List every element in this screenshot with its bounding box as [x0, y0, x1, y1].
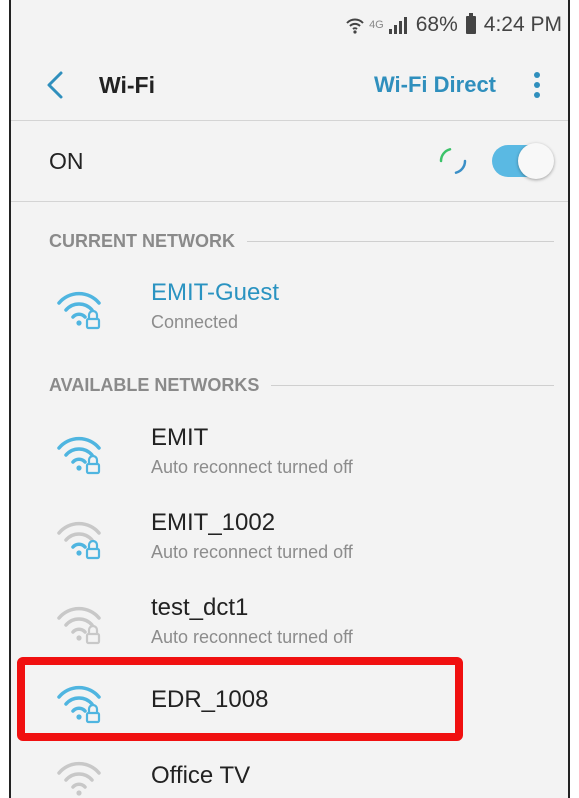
section-label: CURRENT NETWORK [49, 230, 235, 251]
network-name: EMIT [151, 424, 209, 451]
network-type-label: 4G [369, 19, 384, 31]
network-item[interactable]: Office TV [11, 734, 568, 798]
network-item[interactable]: EMIT_1002 Auto reconnect turned off [11, 494, 568, 578]
wifi-lock-icon [57, 606, 101, 645]
wifi-state-label: ON [49, 147, 84, 174]
app-bar: Wi-Fi Wi-Fi Direct [11, 50, 568, 120]
network-item[interactable]: EMIT Auto reconnect turned off [11, 409, 568, 493]
network-item[interactable]: EDR_1008 [11, 658, 568, 742]
toggle-divider [11, 201, 568, 202]
wifi-lock-icon [57, 291, 101, 330]
section-line [247, 240, 554, 242]
network-status: Connected [151, 312, 239, 332]
more-options-button[interactable] [522, 60, 552, 110]
screen: 4G 68% 4:24 PM Wi-Fi Wi-Fi Direct ON CUR… [9, 0, 570, 798]
network-name: test_dct1 [151, 594, 249, 621]
chevron-left-icon [47, 71, 63, 99]
back-button[interactable] [25, 55, 85, 115]
battery-percent: 68% [415, 13, 458, 36]
wifi-toggle-row[interactable]: ON [11, 121, 568, 201]
section-line [271, 384, 554, 386]
network-name: EDR_1008 [151, 686, 269, 713]
network-item[interactable]: test_dct1 Auto reconnect turned off [11, 579, 568, 663]
network-item-current[interactable]: EMIT-Guest Connected [11, 264, 568, 348]
network-name: EMIT_1002 [151, 509, 276, 536]
section-available-networks: AVAILABLE NETWORKS [11, 370, 568, 400]
battery-icon [465, 13, 476, 34]
status-bar: 4G 68% 4:24 PM [11, 0, 568, 50]
scanning-spinner-icon [439, 148, 467, 174]
wifi-toggle-switch[interactable] [492, 143, 554, 179]
network-name: Office TV [151, 762, 251, 789]
wifi-direct-button[interactable]: Wi-Fi Direct [374, 72, 496, 98]
wifi-icon [57, 761, 101, 796]
network-status: Auto reconnect turned off [151, 457, 353, 477]
wifi-status-icon [345, 16, 365, 34]
switch-knob [518, 143, 554, 179]
network-name: EMIT-Guest [151, 279, 280, 306]
more-vert-icon [534, 72, 540, 98]
clock: 4:24 PM [483, 13, 562, 36]
section-current-network: CURRENT NETWORK [11, 226, 568, 256]
cell-signal-icon [388, 16, 408, 34]
page-title: Wi-Fi [99, 71, 155, 98]
network-status: Auto reconnect turned off [151, 627, 353, 647]
section-label: AVAILABLE NETWORKS [49, 374, 260, 395]
wifi-lock-icon [57, 685, 101, 724]
wifi-lock-icon [57, 521, 101, 560]
wifi-lock-icon [57, 436, 101, 475]
network-status: Auto reconnect turned off [151, 542, 353, 562]
